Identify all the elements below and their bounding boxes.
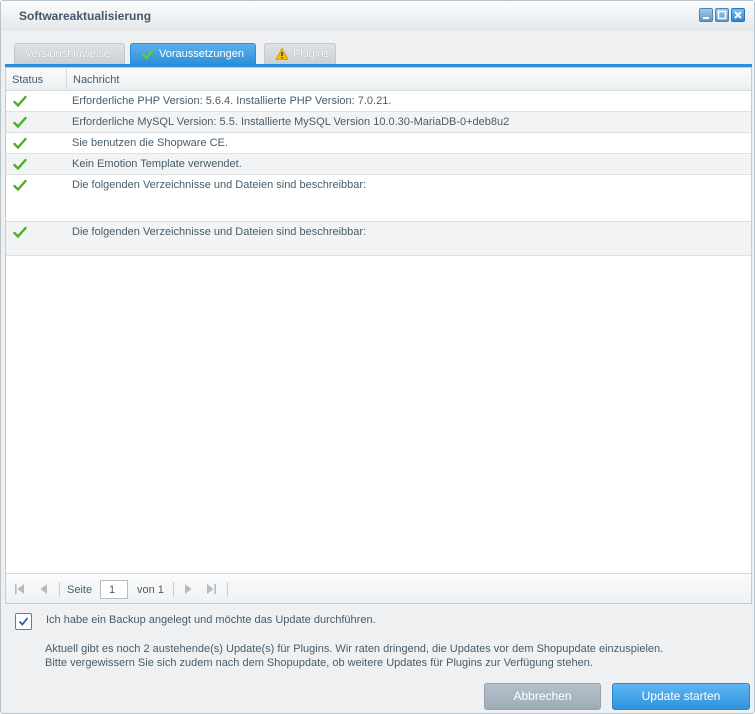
minimize-button[interactable] bbox=[699, 8, 713, 22]
row-message: Die folgenden Verzeichnisse und Dateien … bbox=[72, 226, 367, 238]
column-header-status[interactable]: Status bbox=[12, 74, 43, 86]
notice-line: Aktuell gibt es noch 2 austehende(s) Upd… bbox=[45, 643, 664, 655]
last-page-icon[interactable] bbox=[205, 583, 217, 595]
row-message: Erforderliche PHP Version: 5.6.4. Instal… bbox=[72, 95, 392, 107]
warning-icon bbox=[275, 47, 289, 60]
tab-label: Plugins bbox=[293, 48, 330, 60]
requirements-grid: Status Nachricht Erforderliche PHP Versi… bbox=[5, 67, 752, 604]
previous-page-icon[interactable] bbox=[38, 583, 50, 595]
window-title: Softwareaktualisierung bbox=[19, 9, 152, 23]
tab-voraussetzungen[interactable]: Voraussetzungen bbox=[130, 43, 256, 65]
grid-header: Status Nachricht bbox=[6, 68, 751, 91]
check-icon bbox=[13, 158, 27, 171]
checkmark-icon bbox=[18, 617, 29, 626]
tab-versionshinweise[interactable]: Versionshinweise bbox=[14, 43, 125, 65]
maximize-icon bbox=[717, 10, 727, 20]
check-icon bbox=[13, 95, 27, 108]
check-icon bbox=[13, 137, 27, 150]
close-button[interactable] bbox=[731, 8, 745, 22]
tab-label: Versionshinweise bbox=[25, 48, 110, 60]
column-header-message[interactable]: Nachricht bbox=[73, 74, 119, 86]
check-icon bbox=[13, 226, 27, 239]
row-message: Erforderliche MySQL Version: 5.5. Instal… bbox=[72, 116, 510, 128]
title-bar[interactable]: Softwareaktualisierung bbox=[1, 1, 754, 31]
pager-divider bbox=[227, 582, 228, 597]
dialog-footer: Ich habe ein Backup angelegt und möchte … bbox=[1, 604, 754, 713]
page-count-label: von 1 bbox=[137, 584, 164, 596]
plugin-update-notice: Aktuell gibt es noch 2 austehende(s) Upd… bbox=[45, 642, 663, 670]
paging-toolbar: Seite von 1 bbox=[6, 573, 751, 603]
update-window: Softwareaktualisierung Versionshinweise … bbox=[0, 0, 755, 714]
page-number-input[interactable] bbox=[100, 580, 128, 599]
close-icon bbox=[734, 11, 742, 19]
backup-checkbox-label[interactable]: Ich habe ein Backup angelegt und möchte … bbox=[46, 614, 376, 626]
next-page-icon[interactable] bbox=[182, 583, 194, 595]
start-update-button[interactable]: Update starten bbox=[612, 683, 750, 710]
minimize-icon bbox=[703, 17, 709, 19]
maximize-button[interactable] bbox=[715, 8, 729, 22]
table-row[interactable]: Die folgenden Verzeichnisse und Dateien … bbox=[6, 222, 751, 256]
table-row[interactable]: Sie benutzen die Shopware CE. bbox=[6, 133, 751, 154]
row-message: Die folgenden Verzeichnisse und Dateien … bbox=[72, 179, 367, 191]
tab-label: Voraussetzungen bbox=[159, 48, 245, 60]
tab-plugins[interactable]: Plugins bbox=[264, 43, 336, 65]
check-icon bbox=[141, 48, 155, 60]
table-row[interactable]: Die folgenden Verzeichnisse und Dateien … bbox=[6, 175, 751, 222]
row-message: Sie benutzen die Shopware CE. bbox=[72, 137, 228, 149]
check-icon bbox=[13, 116, 27, 129]
column-divider bbox=[66, 68, 67, 91]
check-icon bbox=[13, 179, 27, 192]
table-row[interactable]: Erforderliche MySQL Version: 5.5. Instal… bbox=[6, 112, 751, 133]
row-message: Kein Emotion Template verwendet. bbox=[72, 158, 242, 170]
tab-bar: Versionshinweise Voraussetzungen Plugins bbox=[5, 41, 752, 65]
pager-divider bbox=[59, 582, 60, 597]
page-label: Seite bbox=[67, 584, 93, 596]
pager-divider bbox=[173, 582, 174, 597]
notice-line: Bitte vergewissern Sie sich zudem nach d… bbox=[45, 657, 593, 669]
backup-checkbox[interactable] bbox=[15, 613, 32, 630]
table-row[interactable]: Kein Emotion Template verwendet. bbox=[6, 154, 751, 175]
first-page-icon[interactable] bbox=[14, 583, 26, 595]
table-row[interactable]: Erforderliche PHP Version: 5.6.4. Instal… bbox=[6, 91, 751, 112]
cancel-button[interactable]: Abbrechen bbox=[484, 683, 601, 710]
